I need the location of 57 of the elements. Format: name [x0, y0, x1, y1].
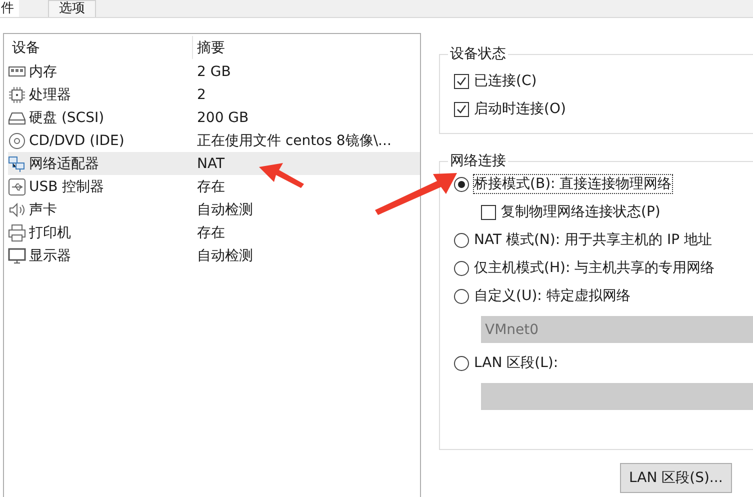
column-header[interactable]: 摘要	[193, 38, 420, 56]
checkbox-label[interactable]: 复制物理网络连接状态(P)	[501, 203, 660, 221]
checkbox[interactable]	[454, 74, 469, 88]
sound-icon	[8, 200, 26, 218]
device-summary: 2	[196, 86, 207, 102]
radio-button[interactable]	[454, 288, 469, 304]
radio-label[interactable]: 仅主机模式(H): 与主机共享的专用网络	[474, 259, 715, 277]
radio-label[interactable]: NAT 模式(N): 用于共享主机的 IP 地址	[474, 231, 712, 249]
radio-button[interactable]	[454, 260, 469, 276]
device-row[interactable]: CD/DVD (IDE) 正在使用文件 centos 8镜像\...	[8, 129, 420, 152]
device-row[interactable]: 显示器 自动检测	[8, 244, 420, 267]
device-row[interactable]: USB 控制器 存在	[8, 175, 420, 198]
cd-icon	[8, 132, 26, 150]
device-name: 声卡	[29, 200, 57, 218]
device-name: 网络适配器	[29, 154, 99, 172]
radio-label[interactable]: LAN 区段(L):	[474, 354, 558, 372]
checkbox[interactable]	[454, 102, 469, 116]
device-name: 处理器	[29, 86, 71, 104]
usb-icon	[8, 178, 26, 196]
device-summary: 自动检测	[196, 200, 254, 218]
device-name: 显示器	[29, 246, 71, 264]
group-title: 设备状态	[449, 45, 507, 63]
device-summary: 正在使用文件 centos 8镜像\...	[196, 132, 392, 150]
tab[interactable]: 件	[0, 0, 19, 17]
group-title: 网络连接	[449, 152, 507, 170]
checkbox[interactable]	[481, 204, 496, 220]
device-row[interactable]: 声卡 自动检测	[8, 198, 420, 221]
device-row[interactable]: 打印机 存在	[8, 221, 420, 244]
device-summary: NAT	[196, 156, 226, 172]
device-row[interactable]: 处理器 2	[8, 83, 420, 106]
device-name: 打印机	[29, 224, 71, 242]
column-header[interactable]: 设备	[8, 36, 193, 59]
device-row[interactable]: 网络适配器 NAT	[8, 152, 420, 175]
radio-button[interactable]	[454, 176, 469, 192]
checkbox-label[interactable]: 启动时连接(O)	[474, 100, 566, 118]
radio-label[interactable]: 自定义(U): 特定虚拟网络	[474, 287, 630, 305]
device-name: CD/DVD (IDE)	[29, 132, 124, 148]
radio-button[interactable]	[454, 356, 469, 370]
device-name: 硬盘 (SCSI)	[29, 108, 104, 126]
radio-label[interactable]: 桥接模式(B): 直接连接物理网络	[474, 175, 672, 193]
cpu-icon	[8, 86, 26, 104]
device-summary: 存在	[196, 178, 226, 196]
display-icon	[8, 246, 26, 264]
lan-segments-button[interactable]: LAN 区段(S)...	[620, 463, 732, 493]
radio-button[interactable]	[454, 232, 469, 248]
tab[interactable]: 选项	[48, 0, 96, 17]
device-name: 内存	[29, 62, 57, 80]
device-row[interactable]: 内存 2 GB	[8, 60, 420, 83]
network-icon	[8, 154, 26, 172]
checkbox-label[interactable]: 已连接(C)	[474, 72, 537, 90]
device-summary: 存在	[196, 224, 226, 242]
device-name: USB 控制器	[29, 178, 104, 196]
device-row[interactable]: 硬盘 (SCSI) 200 GB	[8, 106, 420, 129]
device-summary: 2 GB	[196, 64, 232, 80]
printer-icon	[8, 224, 26, 242]
device-summary: 200 GB	[196, 110, 250, 126]
device-summary: 自动检测	[196, 246, 254, 264]
